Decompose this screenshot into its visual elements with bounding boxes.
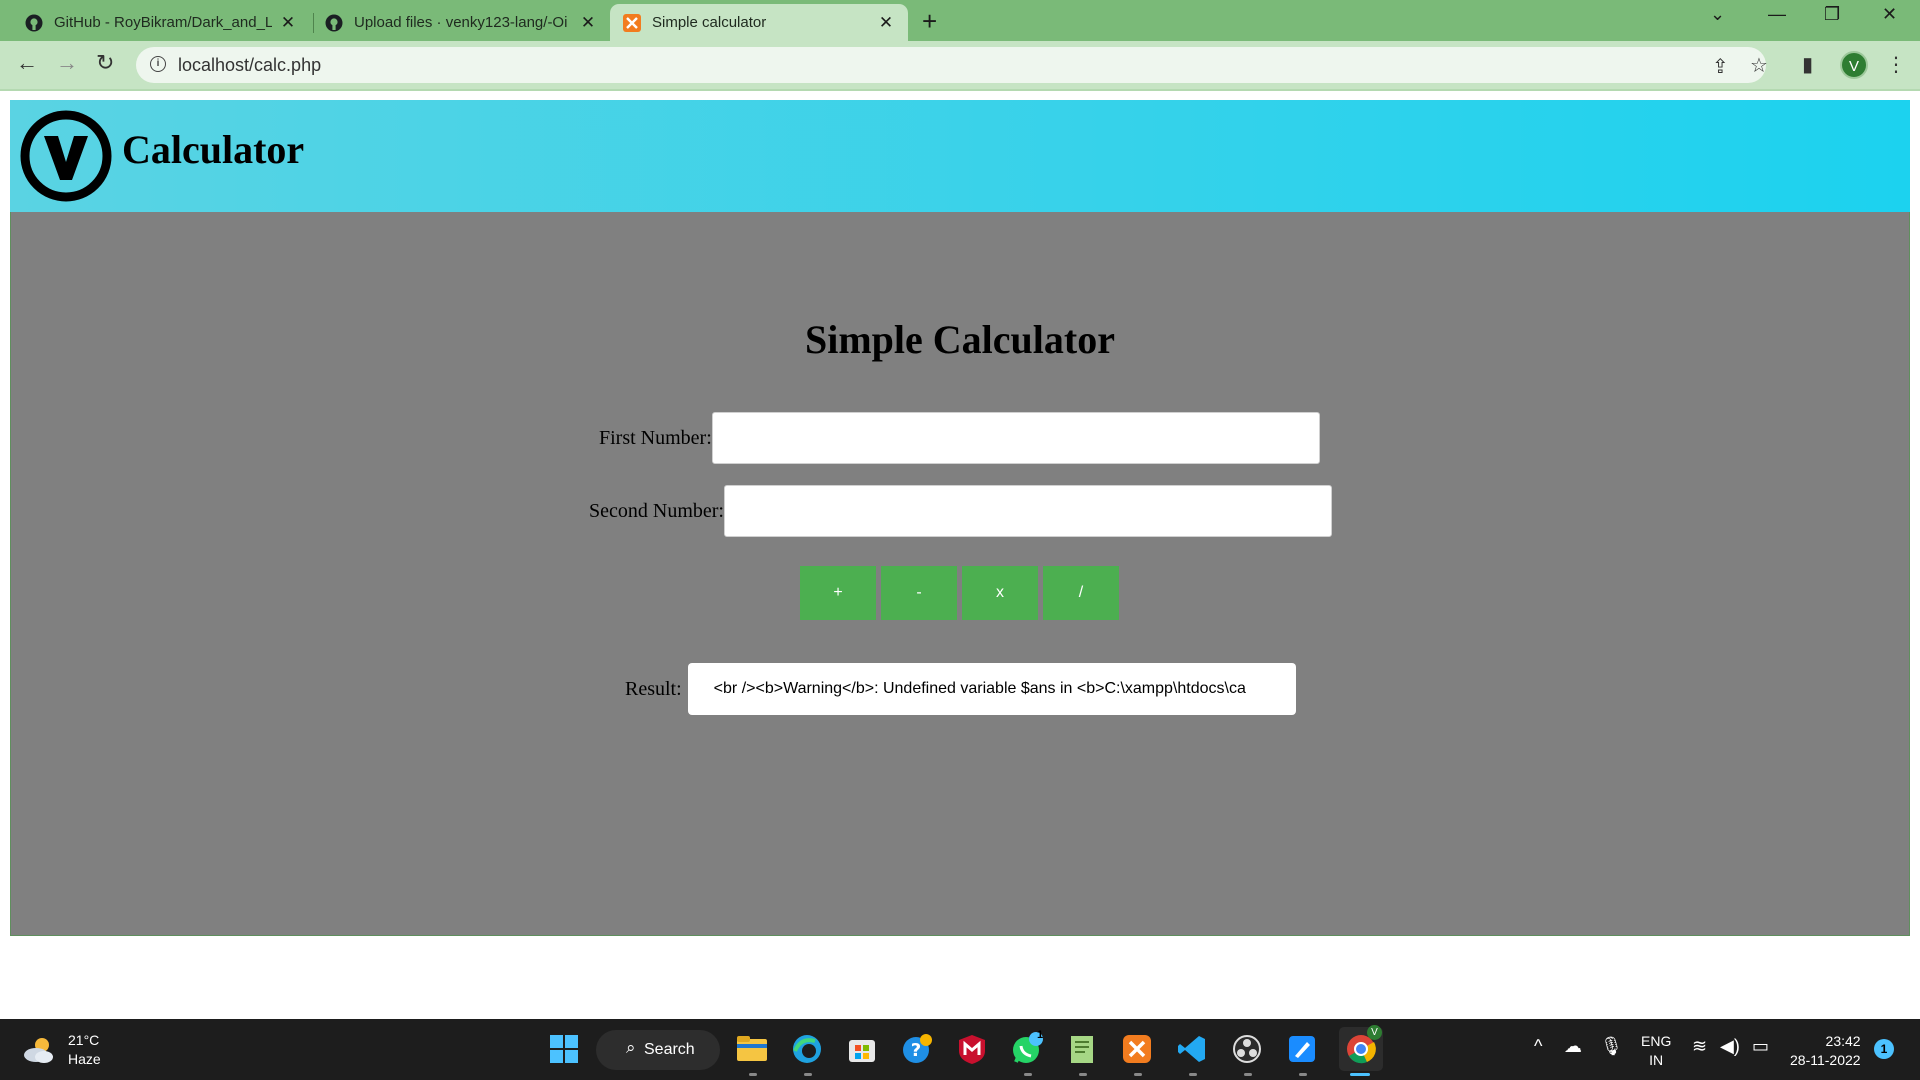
paint-icon[interactable] <box>1284 1031 1320 1067</box>
close-window-icon[interactable]: ✕ <box>1882 4 1897 25</box>
running-indicator <box>1244 1073 1252 1076</box>
volume-icon[interactable]: ◀) <box>1720 1036 1740 1057</box>
file-explorer-icon[interactable] <box>734 1031 770 1067</box>
tab-title: Upload files · venky123-lang/-Oi <box>354 14 568 31</box>
second-number-label: Second Number: <box>589 499 724 522</box>
whatsapp-icon[interactable]: 1 <box>1009 1029 1045 1067</box>
restore-icon[interactable]: ❐ <box>1824 4 1840 25</box>
clock-time: 23:42 <box>1825 1033 1861 1049</box>
browser-toolbar: ← → ↻ i localhost/calc.php ⇪ ☆ ▮ V ⋮ <box>0 41 1920 89</box>
xampp-icon <box>622 13 642 33</box>
vscode-icon[interactable] <box>1174 1031 1210 1067</box>
second-number-row: Second Number: <box>589 485 1332 537</box>
start-icon[interactable] <box>546 1031 582 1067</box>
running-indicator <box>1299 1073 1307 1076</box>
lang-line-2: IN <box>1649 1052 1664 1068</box>
weather-haze-icon <box>24 1038 53 1063</box>
search-label: Search <box>644 1041 695 1058</box>
microsoft-store-icon[interactable] <box>844 1031 880 1067</box>
svg-text:?: ? <box>911 1040 921 1061</box>
reload-icon[interactable]: ↻ <box>96 50 114 76</box>
github-icon <box>324 13 344 33</box>
close-tab-icon[interactable]: ✕ <box>578 13 598 33</box>
divide-button[interactable]: / <box>1043 566 1119 620</box>
browser-tab-strip: GitHub - RoyBikram/Dark_and_Li ✕ Upload … <box>0 0 1920 41</box>
v-logo-icon <box>20 110 112 202</box>
tray-overflow-icon[interactable]: ^ <box>1534 1036 1542 1057</box>
tab-title: Simple calculator <box>652 14 767 31</box>
result-label: Result: <box>625 677 682 700</box>
battery-icon[interactable]: ▭ <box>1752 1036 1769 1057</box>
calculator-panel: Simple Calculator First Number: Second N… <box>10 212 1910 936</box>
second-number-input[interactable] <box>723 485 1332 537</box>
windows-taskbar: 21°C Haze ⌕ Search ? 1 V ^ ☁ 🎙 ENG IN ≋ … <box>0 1019 1920 1080</box>
chrome-profile-badge: V <box>1367 1025 1382 1040</box>
xampp-taskbar-icon[interactable] <box>1119 1031 1155 1067</box>
site-info-icon[interactable]: i <box>150 56 166 72</box>
bookmark-star-icon[interactable]: ☆ <box>1750 53 1768 78</box>
running-indicator <box>804 1073 812 1076</box>
lang-line-1: ENG <box>1641 1033 1672 1049</box>
weather-widget[interactable]: 21°C Haze <box>22 1031 101 1069</box>
tab-search-icon[interactable]: ⌄ <box>1710 4 1725 25</box>
mcafee-icon[interactable] <box>954 1031 990 1067</box>
notepad-plus-icon[interactable] <box>1064 1031 1100 1067</box>
share-icon[interactable]: ⇪ <box>1712 54 1729 79</box>
subtract-button[interactable]: - <box>881 566 957 620</box>
page-title: Simple Calculator <box>805 317 1115 362</box>
forward-icon[interactable]: → <box>56 50 78 76</box>
language-indicator[interactable]: ENG IN <box>1641 1032 1671 1070</box>
first-number-row: First Number: <box>599 412 1320 464</box>
running-indicator <box>1189 1073 1197 1076</box>
running-indicator <box>1024 1073 1032 1076</box>
tab-title: GitHub - RoyBikram/Dark_and_Li <box>54 14 272 31</box>
result-row: Result: <br /><b>Warning</b>: Undefined … <box>625 663 1296 715</box>
clock-date: 28-11-2022 <box>1790 1052 1861 1068</box>
active-app-indicator <box>1350 1073 1370 1076</box>
onedrive-icon[interactable]: ☁ <box>1564 1036 1582 1057</box>
running-indicator <box>1079 1073 1087 1076</box>
address-bar[interactable]: i localhost/calc.php ⇪ ☆ <box>136 47 1768 83</box>
wifi-icon[interactable]: ≋ <box>1692 1036 1707 1057</box>
temperature-text: 21°C <box>68 1032 100 1048</box>
close-tab-icon[interactable]: ✕ <box>876 13 896 33</box>
close-tab-icon[interactable]: ✕ <box>278 13 298 33</box>
tab-upload-files[interactable]: Upload files · venky123-lang/-Oi ✕ <box>312 4 610 41</box>
taskbar-search-button[interactable]: ⌕ Search <box>596 1030 720 1070</box>
site-title: Calculator <box>122 127 305 172</box>
new-tab-button[interactable]: + <box>922 6 937 37</box>
weather-text: Haze <box>68 1051 101 1067</box>
help-icon[interactable]: ? <box>899 1031 935 1067</box>
running-indicator <box>1134 1073 1142 1076</box>
running-indicator <box>749 1073 757 1076</box>
whatsapp-badge: 1 <box>1036 1029 1044 1041</box>
tab-simple-calculator[interactable]: Simple calculator ✕ <box>610 4 908 41</box>
notification-count-badge[interactable]: 1 <box>1874 1039 1894 1059</box>
first-number-label: First Number: <box>599 426 712 449</box>
back-icon[interactable]: ← <box>16 50 38 76</box>
page-viewport: Calculator Simple Calculator First Numbe… <box>0 91 1920 1019</box>
tab-github[interactable]: GitHub - RoyBikram/Dark_and_Li ✕ <box>12 4 310 41</box>
system-clock[interactable]: 23:42 28-11-2022 <box>1790 1032 1861 1070</box>
multiply-button[interactable]: x <box>962 566 1038 620</box>
menu-kebab-icon[interactable]: ⋮ <box>1886 52 1906 77</box>
add-button[interactable]: + <box>800 566 876 620</box>
side-panel-icon[interactable]: ▮ <box>1802 52 1813 77</box>
result-output[interactable]: <br /><b>Warning</b>: Undefined variable… <box>687 663 1296 715</box>
edge-icon[interactable] <box>789 1031 825 1067</box>
site-header: Calculator <box>10 100 1910 212</box>
github-icon <box>24 13 44 33</box>
microphone-icon[interactable]: 🎙 <box>1600 1036 1623 1057</box>
url-text[interactable]: localhost/calc.php <box>178 55 321 76</box>
obs-icon[interactable] <box>1229 1031 1265 1067</box>
first-number-input[interactable] <box>711 412 1320 464</box>
minimize-icon[interactable]: — <box>1768 4 1786 25</box>
profile-avatar[interactable]: V <box>1840 51 1868 79</box>
search-icon: ⌕ <box>626 1038 636 1057</box>
chrome-icon[interactable]: V <box>1339 1025 1383 1071</box>
